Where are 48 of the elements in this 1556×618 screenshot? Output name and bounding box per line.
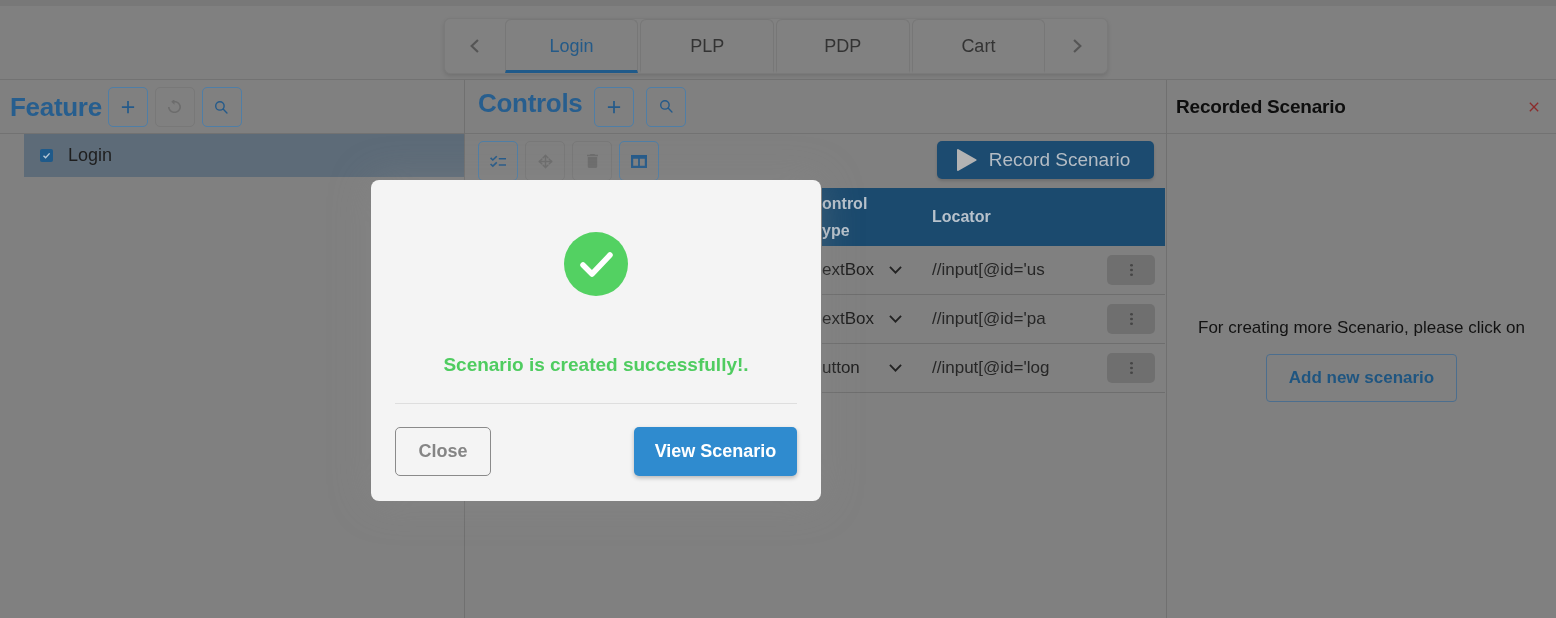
chevron-down-icon (889, 364, 902, 372)
search-button[interactable] (201, 87, 242, 127)
success-message: Scenario is created successfully!. (443, 353, 749, 377)
view-scenario-button[interactable]: View Scenario (634, 427, 797, 476)
columns-icon (631, 154, 647, 168)
column-header: ontrol ype (822, 194, 869, 241)
row-menu-button[interactable] (1107, 255, 1155, 285)
tab[interactable]: Cart (911, 19, 1046, 73)
add-scenario-button[interactable]: Add new scenario (1266, 354, 1457, 402)
checkbox[interactable] (40, 149, 53, 162)
kebab-menu-icon (1129, 264, 1133, 276)
tab[interactable]: PLP (640, 19, 774, 73)
row-menu-button[interactable] (1107, 353, 1155, 383)
record-scenario-button[interactable]: Record Scenario (937, 141, 1154, 179)
row-menu-button[interactable] (1107, 304, 1155, 334)
search-icon (215, 100, 229, 114)
plus-icon (120, 100, 135, 114)
chevron-left-icon (470, 39, 480, 53)
tab[interactable]: Login (504, 19, 639, 73)
search-icon (660, 100, 673, 113)
checklist-icon (490, 154, 506, 168)
chevron-down-icon (889, 266, 902, 274)
table-cell: //input[@id='log (932, 358, 1050, 377)
type-dropdown[interactable]: utton (822, 358, 902, 378)
table-cell: //input[@id='us (932, 260, 1045, 279)
kebab-menu-icon (1129, 313, 1133, 325)
search-button[interactable] (646, 86, 687, 127)
kebab-menu-icon (1129, 362, 1133, 374)
table-cell: //input[@id='pa (932, 309, 1046, 328)
close-button[interactable]: Close (395, 427, 491, 476)
column-header: Locator (931, 208, 992, 226)
add-button[interactable] (594, 86, 635, 127)
type-dropdown[interactable]: extBox (822, 309, 902, 329)
close-icon (1529, 101, 1539, 112)
panel-title: Controls (478, 88, 583, 119)
type-dropdown[interactable]: extBox (822, 260, 902, 280)
add-button[interactable] (107, 87, 148, 127)
plus-icon (607, 99, 622, 114)
check-circle-icon (564, 232, 628, 296)
tree-item[interactable]: Login (24, 134, 464, 177)
hint-text: For creating more Scenario, please click on (1198, 318, 1525, 338)
panel-title: Feature (10, 91, 102, 123)
close-button[interactable] (1529, 101, 1539, 112)
tab[interactable]: PDP (776, 19, 910, 73)
play-icon (956, 149, 977, 171)
panel-title: Recorded Scenario (1176, 95, 1346, 118)
chevron-down-icon (889, 315, 902, 323)
chevron-right-icon (1072, 39, 1082, 53)
